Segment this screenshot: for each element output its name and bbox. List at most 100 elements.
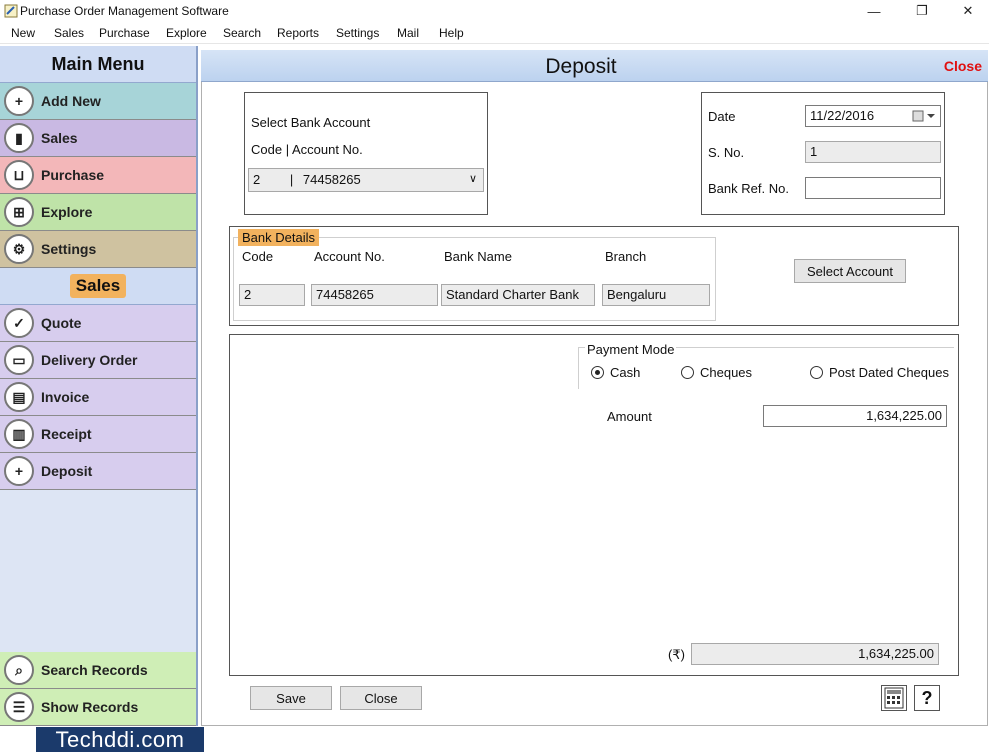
amount-input[interactable]: 1,634,225.00 [763, 405, 947, 427]
delivery-order-icon: ▭ [4, 345, 34, 375]
app-icon [4, 4, 18, 18]
show-records-icon: ☰ [4, 692, 34, 722]
sales-section-title: Sales [0, 268, 196, 305]
calendar-dropdown-icon[interactable] [912, 109, 936, 126]
sidebar-item-deposit[interactable]: + Deposit [0, 453, 196, 490]
menu-mail[interactable]: Mail [397, 26, 419, 40]
radio-cheques-dot[interactable] [681, 366, 694, 379]
sidebar-item-explore[interactable]: ⊞ Explore [0, 194, 196, 231]
sidebar-item-receipt-label: Receipt [41, 426, 92, 442]
title-bar: Purchase Order Management Software — ❐ ✕ [0, 0, 989, 22]
page-header: Deposit Close [201, 50, 988, 82]
radio-post-dated-label: Post Dated Cheques [829, 365, 949, 380]
sno-label: S. No. [708, 145, 745, 160]
radio-cash-dot[interactable] [591, 366, 604, 379]
save-button[interactable]: Save [250, 686, 332, 710]
sidebar-item-quote-label: Quote [41, 315, 82, 331]
date-picker[interactable]: 11/22/2016 [805, 105, 941, 127]
deposit-icon: + [4, 456, 34, 486]
sidebar-item-sales[interactable]: ▮ Sales [0, 120, 196, 157]
window-title: Purchase Order Management Software [20, 4, 229, 18]
watermark: Techddi.com [36, 727, 204, 752]
explore-icon: ⊞ [4, 197, 34, 227]
window-close-button[interactable]: ✕ [945, 0, 989, 22]
calculator-icon[interactable] [881, 685, 907, 711]
menu-sales[interactable]: Sales [54, 26, 84, 40]
sidebar-item-delivery-order-label: Delivery Order [41, 352, 138, 368]
menu-reports[interactable]: Reports [277, 26, 319, 40]
combo-separator: | [289, 172, 294, 187]
sidebar: Main Menu Sales + Add New ▮ Sales ⊔ Purchase ⊞… [0, 46, 198, 726]
sidebar-item-quote[interactable]: ✓ Quote [0, 305, 196, 342]
payment-mode-title: Payment Mode [585, 342, 677, 357]
sno-field: 1 [805, 141, 941, 163]
code-account-label: Code | Account No. [251, 142, 363, 157]
sidebar-item-search-records[interactable]: ⌕ Search Records [0, 652, 196, 689]
menu-search[interactable]: Search [223, 26, 261, 40]
sidebar-item-explore-label: Explore [41, 204, 93, 220]
bank-details-title: Bank Details [238, 229, 319, 246]
radio-post-dated[interactable]: Post Dated Cheques [810, 365, 949, 380]
menu-new[interactable]: New [11, 26, 35, 40]
close-button[interactable]: Close [340, 686, 422, 710]
receipt-icon: ▥ [4, 419, 34, 449]
maximize-button[interactable]: ❐ [899, 0, 945, 22]
help-icon[interactable]: ? [914, 685, 940, 711]
select-account-button[interactable]: Select Account [794, 259, 906, 283]
total-field: 1,634,225.00 [691, 643, 939, 665]
invoice-icon: ▤ [4, 382, 34, 412]
radio-cash[interactable]: Cash [591, 365, 640, 380]
sidebar-item-settings-label: Settings [41, 241, 97, 257]
chevron-down-icon[interactable]: ∨ [469, 172, 477, 185]
sidebar-item-receipt[interactable]: ▥ Receipt [0, 416, 196, 453]
sidebar-item-show-records-label: Show Records [41, 699, 139, 715]
select-bank-label: Select Bank Account [251, 115, 371, 130]
amount-label: Amount [607, 409, 652, 424]
gear-icon: ⚙ [4, 234, 34, 264]
sidebar-item-add-new[interactable]: + Add New [0, 83, 196, 120]
menu-explore[interactable]: Explore [166, 26, 207, 40]
bank-name-label: Bank Name [444, 249, 512, 264]
bank-ref-label: Bank Ref. No. [708, 181, 789, 196]
bank-account-field: 74458265 [311, 284, 438, 306]
sidebar-item-settings[interactable]: ⚙ Settings [0, 231, 196, 268]
date-label: Date [708, 109, 736, 124]
sidebar-item-invoice-label: Invoice [41, 389, 90, 405]
combo-account: 74458265 [302, 172, 361, 187]
menu-settings[interactable]: Settings [336, 26, 379, 40]
sidebar-item-search-records-label: Search Records [41, 662, 148, 678]
branch-field: Bengaluru [602, 284, 710, 306]
menu-help[interactable]: Help [439, 26, 464, 40]
basket-icon: ⊔ [4, 160, 34, 190]
sidebar-item-sales-label: Sales [41, 130, 78, 146]
bank-ref-input[interactable] [805, 177, 941, 199]
combo-code: 2 [253, 172, 261, 187]
sales-chart-icon: ▮ [4, 123, 34, 153]
currency-symbol: (₹) [668, 647, 685, 662]
sidebar-item-add-new-label: Add New [41, 93, 101, 109]
radio-cheques[interactable]: Cheques [681, 365, 752, 380]
sidebar-item-invoice[interactable]: ▤ Invoice [0, 379, 196, 416]
branch-label: Branch [605, 249, 647, 264]
minimize-button[interactable]: — [851, 0, 897, 22]
add-new-icon: + [4, 86, 34, 116]
date-value: 11/22/2016 [810, 108, 875, 123]
menu-bar: New Sales Purchase Explore Search Report… [0, 22, 989, 44]
radio-post-dated-dot[interactable] [810, 366, 823, 379]
page-title: Deposit [545, 55, 617, 78]
menu-purchase[interactable]: Purchase [99, 26, 150, 40]
sales-section-label: Sales [69, 274, 127, 298]
sidebar-item-purchase[interactable]: ⊔ Purchase [0, 157, 196, 194]
radio-cheques-label: Cheques [700, 365, 753, 380]
bank-name-field: Standard Charter Bank [441, 284, 595, 306]
bank-account-combo[interactable]: 2 | 74458265 ∨ [248, 168, 484, 192]
sidebar-item-deposit-label: Deposit [41, 463, 93, 479]
header-close-link[interactable]: Close [944, 58, 982, 74]
sidebar-item-show-records[interactable]: ☰ Show Records [0, 689, 196, 726]
sidebar-item-delivery-order[interactable]: ▭ Delivery Order [0, 342, 196, 379]
radio-cash-label: Cash [610, 365, 641, 380]
quote-icon: ✓ [4, 308, 34, 338]
bank-account-label: Account No. [314, 249, 385, 264]
main-menu-title: Main Menu [0, 46, 196, 83]
search-records-icon: ⌕ [4, 655, 34, 685]
